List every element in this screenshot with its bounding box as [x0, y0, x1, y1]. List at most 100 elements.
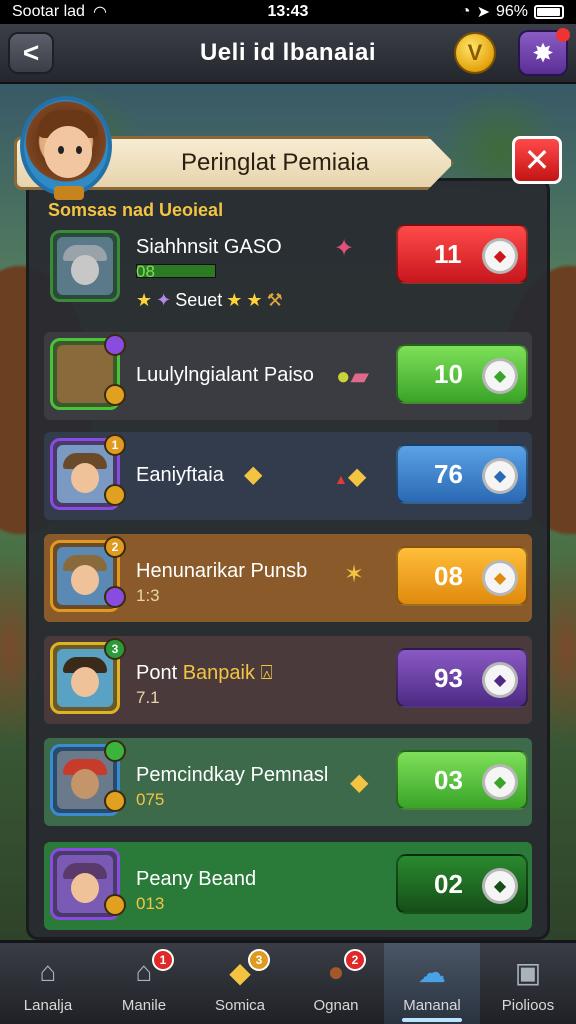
- row-subtitle: 1:3: [136, 586, 160, 605]
- gem-badge: [104, 586, 126, 608]
- bell-icon: ⍓: [260, 662, 273, 684]
- knight-icon: [57, 237, 113, 295]
- rank-badge: 3: [104, 638, 126, 660]
- tab-label: Ognan: [313, 997, 359, 1014]
- row-value: 11: [434, 238, 462, 269]
- row-value: 76: [434, 458, 463, 489]
- coin-icon[interactable]: V: [454, 32, 496, 74]
- star-icon: ★: [246, 290, 263, 310]
- battery-percent: 96%: [495, 3, 528, 20]
- gem-icon: ◆: [482, 358, 518, 394]
- chat-icon: ☁: [418, 956, 446, 988]
- apple-icon: ●▰: [336, 363, 369, 390]
- status-bar: Sootar lad ◠ 13:43 ◔ ➤ 96%: [0, 0, 576, 24]
- row-value: 93: [434, 662, 463, 693]
- gem-icon: ◆: [482, 662, 518, 698]
- carrier-label: Sootar lad ◠: [12, 3, 107, 21]
- value-button[interactable]: 11 ◆: [396, 224, 528, 284]
- tab-badge: 2: [344, 949, 366, 971]
- list-item[interactable]: 3 Pont Banpaik ⍓ 7.1 93 ◆: [44, 636, 532, 724]
- character-icon-frame: [50, 230, 120, 302]
- row-name: Henunarikar Punsb: [136, 560, 308, 582]
- rank-badge: 1: [104, 434, 126, 456]
- tab-ball[interactable]: ● 2 Ognan: [288, 943, 384, 1024]
- section-label: Somsas nad Ueoieal: [48, 200, 224, 220]
- row-value: 02: [434, 868, 463, 899]
- coin-badge: [104, 484, 126, 506]
- rank-badge: [104, 740, 126, 762]
- tab-label: Somica: [214, 997, 266, 1014]
- list-item[interactable]: 2 Henunarikar Punsb 1:3 ✶ 08 ◆: [44, 534, 532, 622]
- tab-home[interactable]: ⌂ Lanalja: [0, 943, 96, 1024]
- list-item[interactable]: 1 Eaniyftaia ◆ ▲◆ 76 ◆: [44, 432, 532, 520]
- battery-icon: [534, 5, 564, 19]
- banner-title: Peringlat Pemiaia: [181, 149, 370, 176]
- row-subtitle: 013: [136, 894, 165, 913]
- tab-badge: 3: [248, 949, 270, 971]
- coin-badge: [104, 384, 126, 406]
- back-button[interactable]: <: [8, 32, 54, 74]
- tab-label: Lanalja: [23, 997, 73, 1014]
- player-avatar[interactable]: [20, 96, 112, 200]
- rank-badge: 2: [104, 536, 126, 558]
- row-name: Luulylngialant Paiso: [136, 364, 314, 386]
- top-nav: < Ueli id lbanaiai V ✸: [0, 24, 576, 84]
- reward-label: Seuet: [175, 290, 223, 310]
- list-item[interactable]: Siahhnsit GASO 08 ★ ✦ Seuet ★ ★ ⚒ ✦ 11 ◆: [44, 224, 532, 312]
- value-button[interactable]: 10 ◆: [396, 344, 528, 404]
- tab-label: Piolioos: [501, 997, 555, 1014]
- avatar-eye-right: [76, 146, 82, 154]
- tag-icon: ◆: [350, 769, 369, 796]
- gem-icon: ◆: [482, 560, 518, 596]
- location-icon: ➤: [476, 4, 490, 21]
- row-value: 03: [434, 764, 463, 795]
- row-name-highlight: Banpaik: [182, 662, 255, 684]
- page-title: Ueli id lbanaiai: [199, 39, 377, 66]
- cheese-icon: ◆: [244, 461, 263, 488]
- gear-icon[interactable]: ✸: [518, 28, 570, 76]
- tab-chat[interactable]: ☁ Mananal: [384, 943, 480, 1024]
- pin-icon: ✦: [334, 235, 355, 262]
- rewards-row: ★ ✦ Seuet ★ ★ ⚒: [136, 290, 283, 311]
- row-subtitle: 075: [136, 790, 165, 809]
- status-right: ◔ ➤ 96%: [461, 2, 564, 22]
- list-item[interactable]: Peany Beand 013 02 ◆: [44, 842, 532, 930]
- value-button[interactable]: 93 ◆: [396, 648, 528, 708]
- row-name: Pont Banpaik ⍓: [136, 662, 273, 684]
- wifi-icon: ◠: [92, 4, 107, 21]
- notification-dot: [556, 28, 570, 42]
- gem-icon: ✦: [156, 290, 172, 310]
- hammer-icon: ⚒: [266, 290, 283, 310]
- row-value: 08: [434, 560, 463, 591]
- value-button[interactable]: 02 ◆: [396, 854, 528, 914]
- list-item[interactable]: Pemcindkay Pemnasl 075 ◆ 03 ◆: [44, 738, 532, 826]
- list-item[interactable]: Luulylngialant Paiso ●▰ 10 ◆: [44, 332, 532, 420]
- row-name: Peany Beand: [136, 868, 257, 890]
- star-icon: ★: [136, 290, 153, 310]
- rank-badge: [104, 334, 126, 356]
- value-button[interactable]: 76 ◆: [396, 444, 528, 504]
- coin-badge: [104, 790, 126, 812]
- boy-icon: [57, 649, 113, 707]
- tab-photos[interactable]: ▣ Piolioos: [480, 943, 576, 1024]
- row-subtitle: 08: [136, 262, 155, 281]
- gem-icon: ◆: [482, 458, 518, 494]
- value-button[interactable]: 08 ◆: [396, 546, 528, 606]
- value-button[interactable]: 03 ◆: [396, 750, 528, 810]
- gem-icon: ◆: [482, 764, 518, 800]
- row-name: Eaniyftaia: [136, 464, 224, 486]
- row-name: Pemcindkay Pemnasl: [136, 764, 329, 786]
- gem-icon: ◆: [482, 868, 518, 904]
- bow-tie-icon: [54, 186, 84, 200]
- alarm-icon: ◔: [460, 3, 471, 20]
- tab-label: Manile: [121, 997, 167, 1014]
- photos-icon: ▣: [514, 956, 542, 988]
- tab-badge: 1: [152, 949, 174, 971]
- tab-gift[interactable]: ◆ 3 Somica: [192, 943, 288, 1024]
- avatar-face: [44, 126, 92, 178]
- tab-house[interactable]: ⌂ 1 Manile: [96, 943, 192, 1024]
- tab-label: Mananal: [403, 997, 461, 1014]
- bottom-tab-bar: ⌂ Lanalja ⌂ 1 Manile ◆ 3 Somica ● 2 Ogna…: [0, 940, 576, 1024]
- close-button[interactable]: ✕: [512, 136, 562, 184]
- treasure-icon: ▲◆: [334, 463, 367, 490]
